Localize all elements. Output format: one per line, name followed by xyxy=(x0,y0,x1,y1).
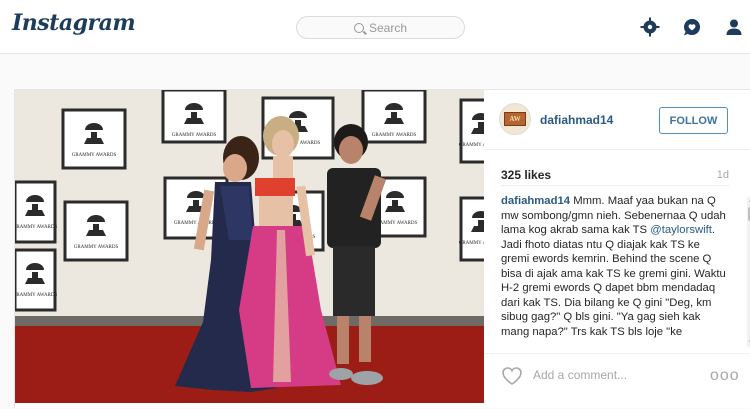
profile-icon[interactable] xyxy=(724,17,744,37)
grammy-awards-text: GRAMMY AWARDS xyxy=(174,221,219,226)
follow-button[interactable]: FOLLOW xyxy=(659,107,728,134)
instagram-logo[interactable]: Instagram xyxy=(12,10,136,36)
grammy-awards-text: GRAMMY AWARDS xyxy=(459,143,484,148)
caption-author[interactable]: dafiahmad14 xyxy=(501,195,570,207)
heart-icon[interactable] xyxy=(501,366,523,386)
grammy-awards-text: GRAMMY AWARDS xyxy=(15,225,57,230)
post-timestamp[interactable]: 1d xyxy=(717,169,729,181)
caption-text-continued: . Jadi fhoto diatas ntu Q diajak kak TS … xyxy=(501,224,726,338)
post-username[interactable]: dafiahmad14 xyxy=(540,113,613,127)
add-comment-input[interactable]: Add a comment... xyxy=(533,368,627,382)
avatar-logo: AW xyxy=(504,112,526,126)
search-box[interactable]: Search xyxy=(296,16,465,39)
post-card: GRAMMY AWARDS GRAMMY AWARDS GRAMMY AWARDS G… xyxy=(14,89,750,408)
post-photo[interactable]: GRAMMY AWARDS GRAMMY AWARDS GRAMMY AWARDS G… xyxy=(15,90,484,403)
post-header: AW dafiahmad14 FOLLOW xyxy=(484,90,750,150)
top-navigation-bar: Instagram Search xyxy=(0,0,750,54)
more-options-button[interactable]: ooo xyxy=(710,367,740,385)
grammy-awards-text: GRAMMY AWARDS xyxy=(459,241,484,246)
caption-mention[interactable]: @taylorswift xyxy=(650,224,712,236)
grammy-awards-text: GRAMMY AWARDS xyxy=(74,245,119,250)
grammy-awards-text: GRAMMY AWARDS xyxy=(372,133,417,138)
caption: dafiahmad14 Mmm. Maaf yaa bukan na Q mw … xyxy=(501,194,726,348)
divider xyxy=(501,185,729,186)
post-actions: Add a comment... ooo xyxy=(484,353,750,393)
search-placeholder: Search xyxy=(368,20,408,35)
search-icon xyxy=(353,22,364,33)
grammy-awards-text: GRAMMY AWARDS xyxy=(172,133,217,138)
avatar[interactable]: AW xyxy=(499,103,531,135)
grammy-awards-text: GRAMMY AWARDS xyxy=(15,293,57,298)
post-sidebar: AW dafiahmad14 FOLLOW 325 likes 1d dafia… xyxy=(484,90,750,409)
explore-compass-icon[interactable] xyxy=(640,17,660,37)
likes-count[interactable]: 325 likes xyxy=(501,168,551,182)
grammy-awards-text: GRAMMY AWARDS xyxy=(72,153,117,158)
activity-icon[interactable] xyxy=(682,17,702,37)
